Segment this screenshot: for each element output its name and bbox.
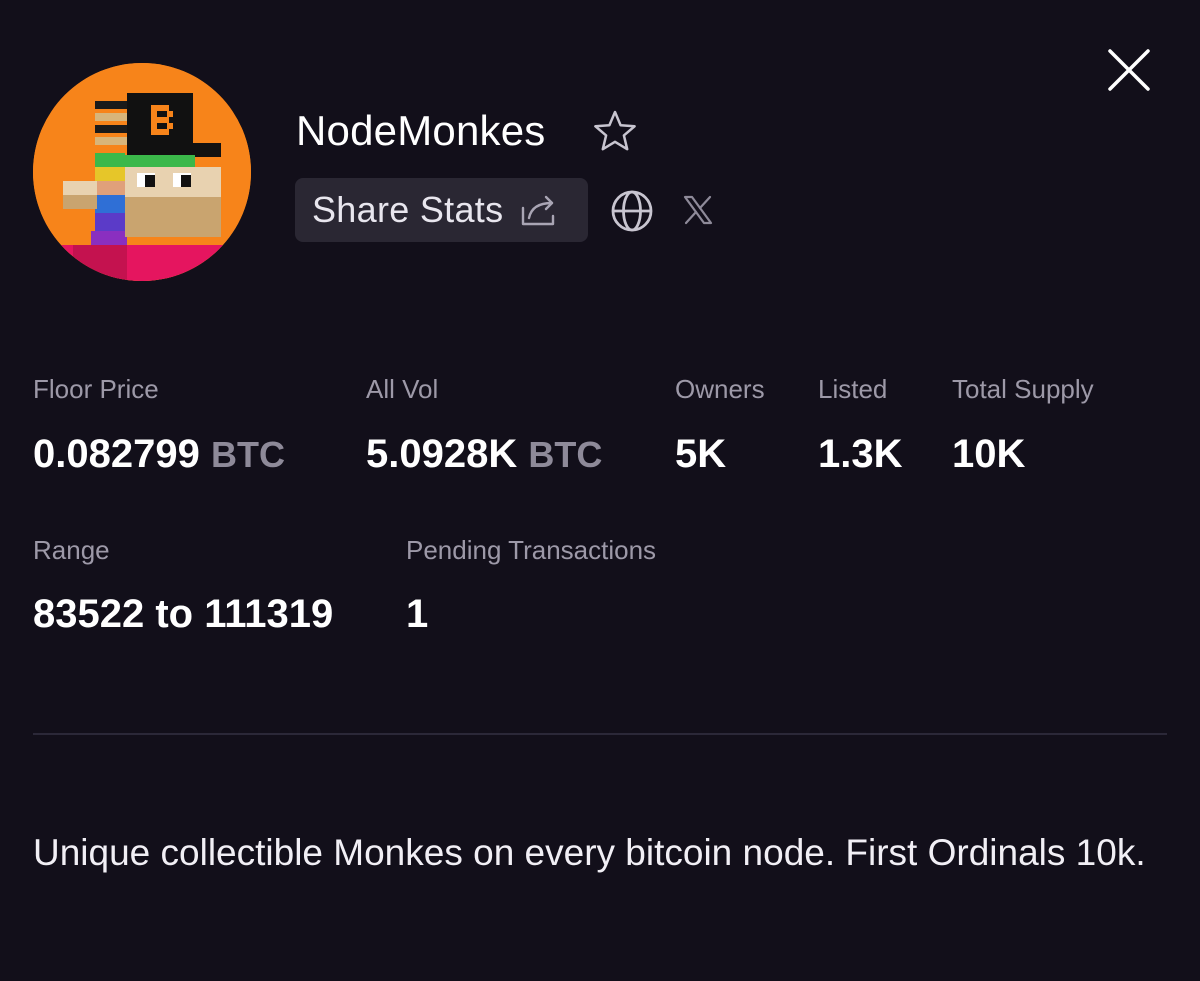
- all-vol-value: 5.0928K BTC: [366, 430, 602, 479]
- range-value: 83522 to 111319: [33, 592, 334, 636]
- star-outline-icon[interactable]: [592, 108, 638, 154]
- share-stats-label: Share Stats: [312, 189, 504, 230]
- collection-avatar: [33, 63, 251, 281]
- owners-label: Owners: [675, 374, 765, 404]
- total-supply-value: 10K: [952, 432, 1026, 476]
- section-divider: [33, 733, 1167, 735]
- collection-stats-panel: NodeMonkes Share Stats Floor Price 0.082…: [0, 0, 1200, 981]
- collection-description: Unique collectible Monkes on every bitco…: [33, 832, 1146, 873]
- all-vol-label: All Vol: [366, 374, 439, 404]
- listed-value: 1.3K: [818, 432, 903, 476]
- nodemonkes-pixel-avatar: [33, 63, 251, 281]
- pending-transactions-value: 1: [406, 592, 429, 636]
- floor-price-number: 0.082799: [33, 432, 200, 476]
- listed-label: Listed: [818, 374, 888, 404]
- globe-icon[interactable]: [610, 189, 654, 233]
- share-arrow-icon: [522, 195, 555, 226]
- close-icon[interactable]: [1103, 44, 1155, 96]
- x-logo-icon[interactable]: [682, 194, 714, 226]
- total-supply-label: Total Supply: [952, 374, 1094, 404]
- owners-value: 5K: [675, 432, 727, 476]
- collection-title: NodeMonkes: [296, 107, 546, 154]
- floor-price-value: 0.082799 BTC: [33, 430, 285, 479]
- range-label: Range: [33, 535, 110, 565]
- pending-transactions-label: Pending Transactions: [406, 535, 657, 565]
- all-vol-unit: BTC: [528, 434, 603, 475]
- all-vol-number: 5.0928K: [366, 432, 518, 476]
- share-stats-button[interactable]: Share Stats: [295, 178, 588, 242]
- floor-price-label: Floor Price: [33, 374, 159, 404]
- floor-price-unit: BTC: [210, 434, 285, 475]
